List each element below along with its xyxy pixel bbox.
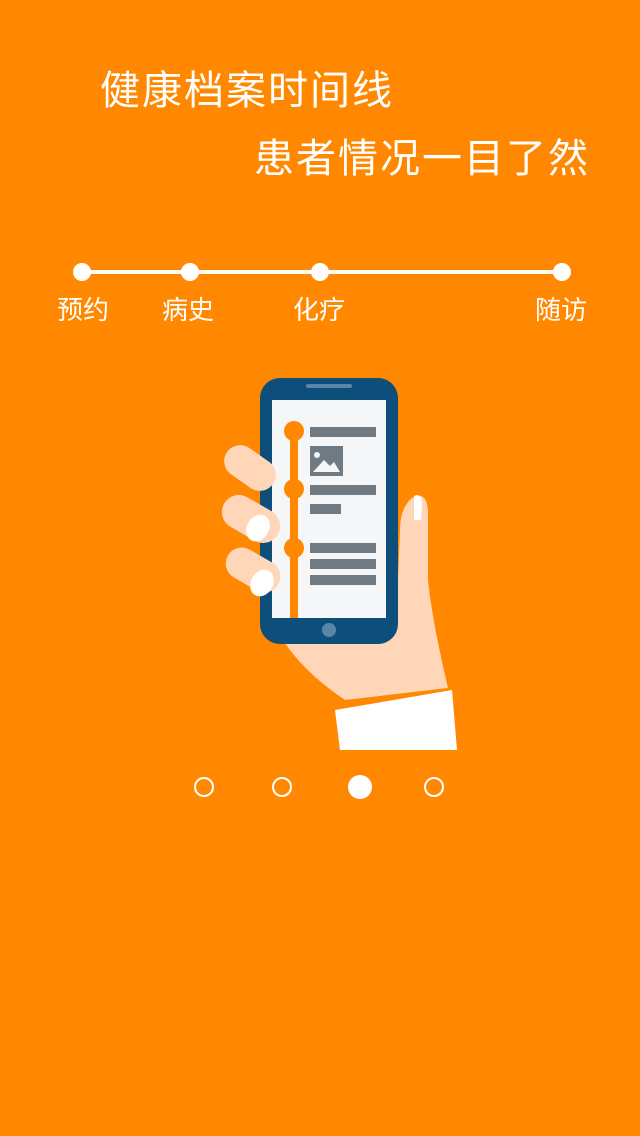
page-dot-2[interactable]	[272, 777, 292, 797]
screen-timeline-node	[284, 479, 304, 499]
timeline-label-appointment: 预约	[57, 296, 110, 326]
timeline-dot-followup	[553, 263, 571, 281]
screen-timeline-node	[284, 538, 304, 558]
page-dot-4[interactable]	[424, 777, 444, 797]
screen-text-line	[310, 485, 376, 495]
timeline-label-followup: 随访	[535, 296, 588, 326]
screen-text-line	[310, 543, 376, 553]
screen-timeline-bar	[290, 425, 298, 618]
hand-holding-phone-icon	[221, 378, 457, 750]
timeline-dot-appointment	[73, 263, 91, 281]
image-sun-icon	[314, 452, 320, 458]
screen-text-line	[310, 427, 376, 437]
thumbnail-shape	[414, 495, 422, 520]
phone-home-button	[322, 623, 336, 637]
timeline-dot-history	[181, 263, 199, 281]
timeline-label-history: 病史	[162, 296, 215, 326]
screen-text-line	[310, 559, 376, 569]
page-dot-3-active[interactable]	[348, 775, 372, 799]
screen-text-line	[310, 575, 376, 585]
phone-speaker	[306, 384, 352, 388]
timeline: 预约 病史 化疗 随访	[0, 0, 640, 340]
page-indicator	[0, 775, 640, 805]
timeline-label-chemo: 化疗	[293, 296, 346, 326]
timeline-dot-chemo	[311, 263, 329, 281]
page-dot-1[interactable]	[194, 777, 214, 797]
screen-timeline-node	[284, 421, 304, 441]
screen-text-line	[310, 504, 341, 514]
